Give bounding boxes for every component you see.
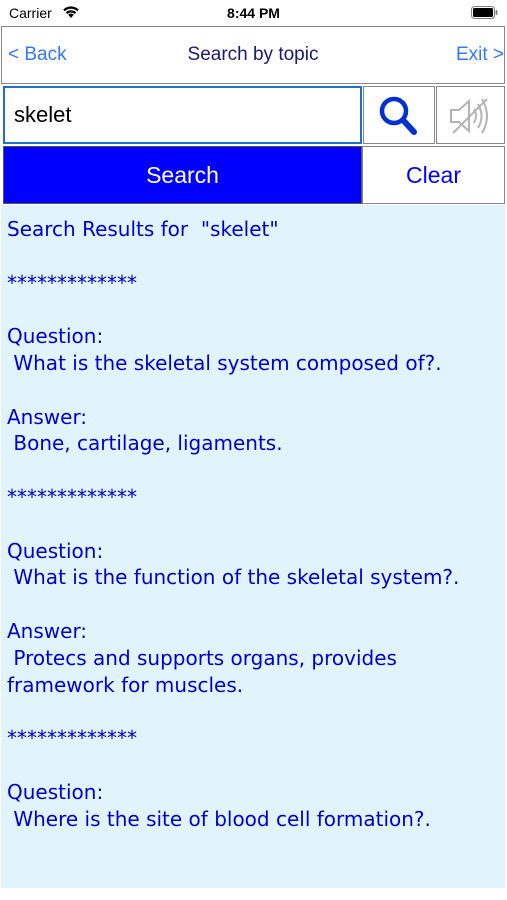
question-text: What is the skeletal system composed of?… (7, 350, 442, 375)
question-label: Question: (7, 324, 104, 349)
result-separator: ************* (7, 484, 137, 509)
result-line (7, 377, 499, 404)
result-line (7, 591, 499, 618)
exit-button[interactable]: Exit > (456, 44, 504, 66)
result-line (7, 511, 499, 538)
result-line (7, 698, 499, 725)
result-line (7, 752, 499, 779)
search-input[interactable] (3, 86, 362, 144)
speaker-muted-icon (450, 98, 488, 134)
action-buttons-row: Search Clear (1, 145, 505, 205)
search-button[interactable]: Search (3, 146, 362, 204)
result-separator: ************* (7, 270, 137, 295)
search-results-panel[interactable]: Search Results for "skelet" ************… (1, 205, 505, 888)
answer-label: Answer: (7, 404, 88, 429)
clear-button[interactable]: Clear (362, 146, 505, 204)
sound-toggle-button[interactable] (436, 86, 505, 144)
question-label: Question: (7, 538, 104, 563)
answer-text: Bone, cartilage, ligaments. (7, 431, 283, 456)
result-line (7, 243, 499, 270)
result-line (7, 296, 499, 323)
navigation-bar: < Back Search by topic Exit > (1, 26, 505, 84)
question-text: What is the function of the skeletal sys… (7, 565, 460, 590)
result-line (7, 457, 499, 484)
page-title: Search by topic (187, 44, 319, 65)
search-row (1, 85, 505, 145)
answer-text: Protecs and supports organs, provides fr… (7, 645, 404, 697)
battery-icon (471, 6, 498, 19)
results-heading: Search Results for "skelet" (7, 217, 279, 241)
answer-label: Answer: (7, 618, 88, 643)
clock: 8:44 PM (227, 5, 280, 21)
search-icon-button[interactable] (363, 86, 435, 144)
question-label: Question: (7, 779, 104, 804)
question-text: Where is the site of blood cell formatio… (7, 806, 431, 831)
result-separator: ************* (7, 726, 137, 751)
status-bar: Carrier 8:44 PM (0, 0, 507, 26)
magnifier-icon (379, 96, 417, 135)
